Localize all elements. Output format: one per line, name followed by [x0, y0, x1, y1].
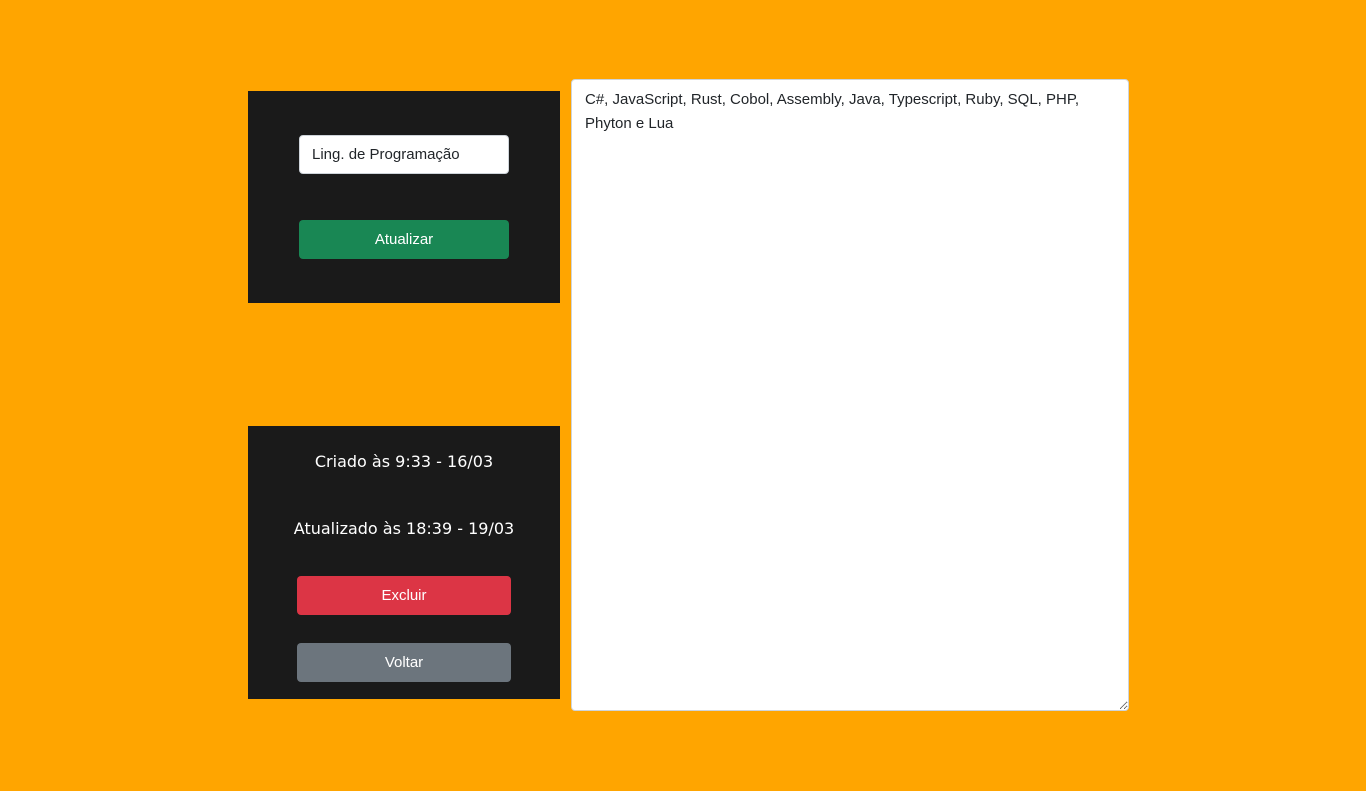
update-button[interactable]: Atualizar: [299, 220, 509, 259]
note-content-textarea[interactable]: C#, JavaScript, Rust, Cobol, Assembly, J…: [571, 79, 1129, 711]
note-info-panel: Criado às 9:33 - 16/03 Atualizado às 18:…: [248, 426, 560, 699]
title-input[interactable]: [299, 135, 509, 174]
delete-button[interactable]: Excluir: [297, 576, 511, 615]
created-timestamp: Criado às 9:33 - 16/03: [314, 452, 494, 471]
edit-title-panel: Atualizar: [248, 91, 560, 303]
updated-timestamp: Atualizado às 18:39 - 19/03: [293, 519, 515, 538]
back-button[interactable]: Voltar: [297, 643, 511, 682]
